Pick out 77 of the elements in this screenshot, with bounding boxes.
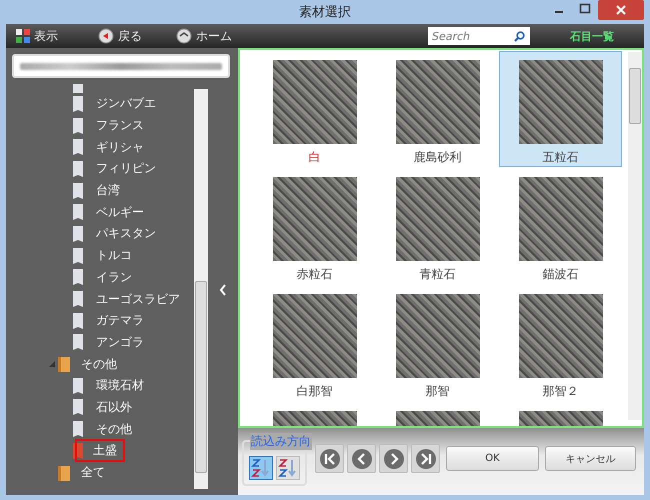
- chevron-left-icon[interactable]: [219, 284, 227, 296]
- page-icon: [73, 96, 83, 112]
- mode-label: 石目一覧: [570, 28, 614, 44]
- page-icon: [73, 269, 83, 286]
- stone-name: 鹿島砂利: [414, 149, 462, 166]
- stone-name: 赤粒石: [296, 266, 332, 283]
- page-icon: [73, 248, 83, 264]
- folder-icon: [58, 356, 70, 372]
- search-icon: [514, 31, 525, 42]
- page-icon: [73, 226, 83, 242]
- page-icon: [73, 399, 83, 416]
- sort-descending-icon[interactable]: [276, 456, 300, 480]
- tree-item[interactable]: ガテマラ: [91, 309, 149, 332]
- page-icon: [73, 160, 83, 177]
- tree-item[interactable]: ギリシャ: [91, 136, 149, 159]
- page-icon: [73, 204, 83, 220]
- grid-icon: [16, 29, 30, 43]
- stone-name: 白: [308, 149, 320, 166]
- tree-item[interactable]: ベルギー: [91, 200, 149, 224]
- page-icon: [73, 182, 83, 199]
- tree-item[interactable]: ジンバブエ: [91, 92, 161, 116]
- ok-button[interactable]: OK: [446, 446, 539, 471]
- thumbnail-tile[interactable]: 五粒石: [499, 51, 622, 167]
- page-icon: [73, 334, 83, 350]
- stone-name: 錨波石: [542, 266, 578, 283]
- folder-icon: [58, 464, 70, 481]
- next-button[interactable]: [379, 444, 408, 473]
- scrollbar[interactable]: [628, 52, 642, 420]
- stone-name: 那智: [426, 383, 450, 400]
- home-button[interactable]: ホーム: [174, 26, 234, 46]
- window-title: 素材選択: [299, 4, 351, 21]
- page-icon: [73, 378, 83, 394]
- tree-item[interactable]: イラン: [91, 266, 137, 289]
- stone-name: 青粒石: [420, 266, 456, 283]
- thumbnail-tile[interactable]: 那智: [376, 285, 499, 402]
- page-icon: [73, 291, 83, 308]
- close-icon[interactable]: [598, 0, 644, 20]
- thumbnail-tile[interactable]: 赤粒石: [253, 168, 376, 285]
- last-page-button[interactable]: [411, 444, 440, 473]
- home-circle-icon: [176, 28, 192, 44]
- thumbnail-tile[interactable]: 鹿島砂利: [376, 51, 499, 168]
- stone-name: 那智２: [542, 383, 578, 400]
- thumbnail-tile[interactable]: 錨波石: [499, 168, 622, 285]
- tree-item[interactable]: 環境石材: [91, 374, 149, 398]
- tree-item[interactable]: フランス: [91, 114, 149, 138]
- thumbnail-tile[interactable]: 白: [253, 51, 376, 168]
- tree-item[interactable]: 全て: [76, 461, 110, 484]
- page-icon: [73, 118, 83, 134]
- tree-item[interactable]: フィリピン: [91, 157, 161, 180]
- thumbnail-tile[interactable]: 白那智: [253, 285, 376, 402]
- cancel-button[interactable]: キャンセル: [545, 446, 636, 471]
- page-icon: [73, 312, 83, 329]
- sort-ascending-icon[interactable]: [249, 456, 273, 480]
- previous-button[interactable]: [347, 444, 376, 473]
- tree-item[interactable]: その他: [91, 418, 137, 441]
- tree-item[interactable]: ユーゴスラビア: [91, 288, 185, 311]
- path-field[interactable]: [12, 54, 230, 78]
- group-title: 読込み方向: [250, 433, 312, 450]
- tree-item[interactable]: 石以外: [91, 396, 137, 419]
- tree-item[interactable]: パキスタン: [91, 222, 161, 246]
- tree-item[interactable]: その他: [76, 352, 122, 376]
- page-icon: [73, 421, 83, 438]
- stone-name: 五粒石: [542, 149, 578, 166]
- tree-item[interactable]: 台湾: [91, 179, 125, 202]
- scrollbar[interactable]: [194, 89, 208, 489]
- tree-item[interactable]: トルコ: [91, 244, 137, 268]
- search-field[interactable]: Search: [428, 27, 530, 45]
- back-button[interactable]: 戻る: [96, 26, 144, 46]
- page-icon: [73, 139, 83, 156]
- first-page-button[interactable]: [315, 444, 344, 473]
- thumbnail-tile[interactable]: 青粒石: [376, 168, 499, 285]
- tree-item[interactable]: 土盛: [75, 439, 125, 462]
- tree-item[interactable]: アンゴラ: [91, 330, 149, 354]
- page-icon: [73, 84, 83, 93]
- view-button[interactable]: 表示: [14, 26, 60, 46]
- thumbnail-tile[interactable]: 那智２: [499, 285, 622, 402]
- stone-name: 白那智: [296, 383, 332, 400]
